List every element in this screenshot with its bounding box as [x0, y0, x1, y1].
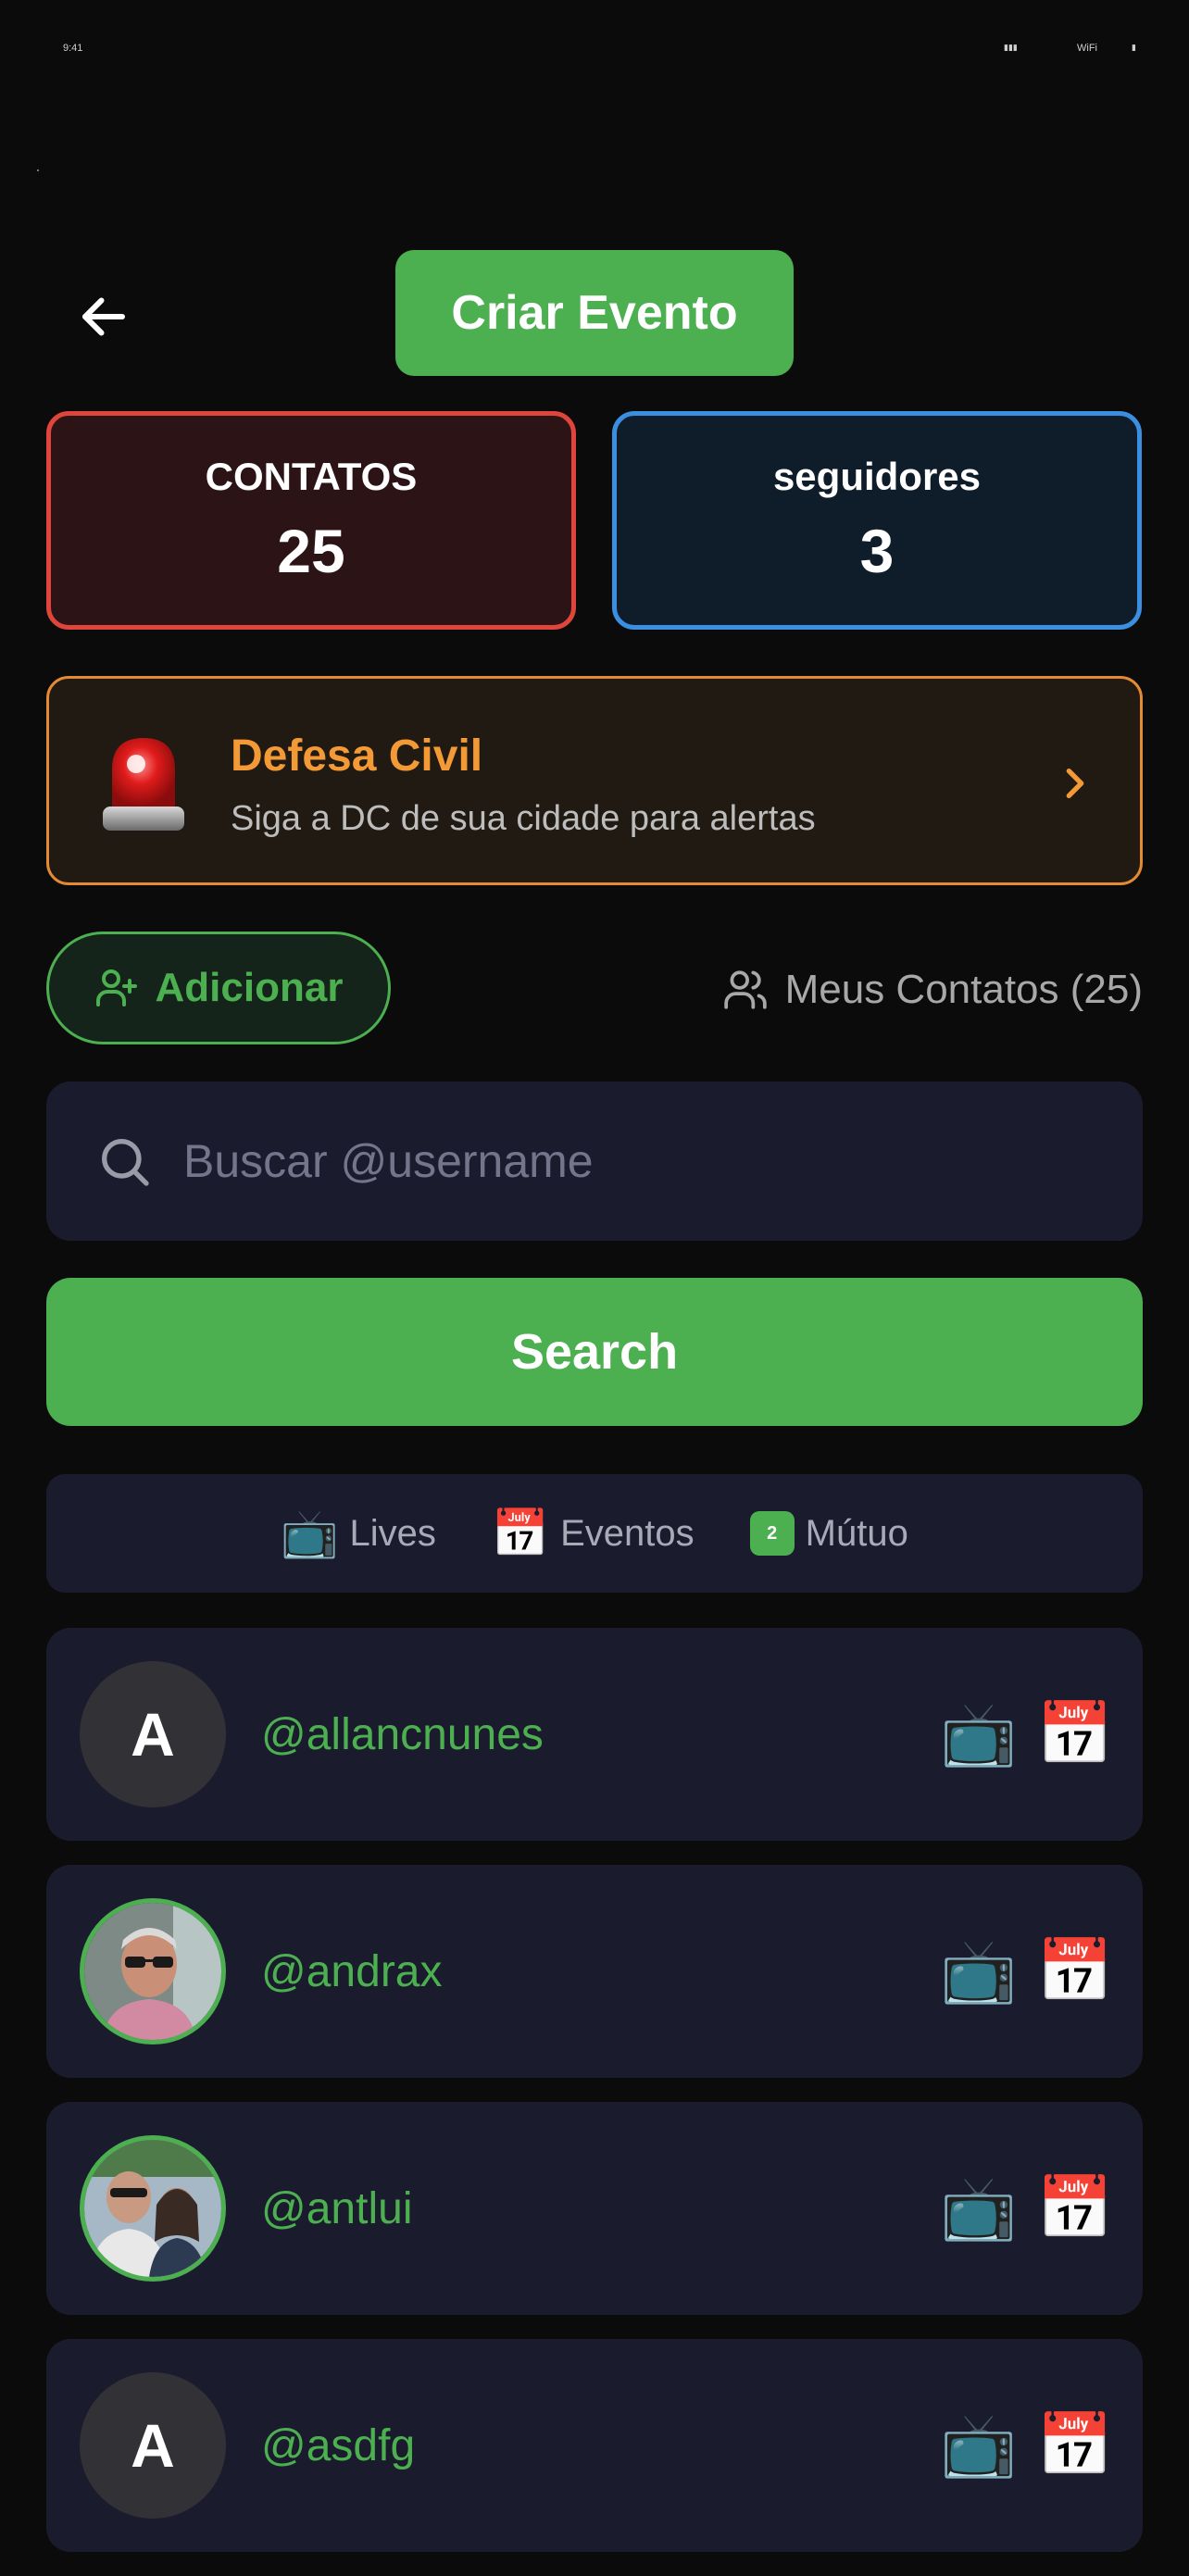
contact-username[interactable]: @antlui — [261, 2183, 412, 2234]
followers-stat-label: seguidores — [772, 455, 982, 498]
contacts-stat-label: CONTATOS — [205, 455, 418, 498]
calendar-icon[interactable]: 📅 — [1037, 2172, 1113, 2245]
defesa-civil-subtitle: Siga a DC de sua cidade para alertas — [231, 799, 816, 838]
decorative-dot — [37, 169, 39, 171]
tv-icon: 📺 — [281, 1507, 339, 1559]
search-icon — [102, 1139, 149, 1186]
contact-icons: 📺 📅 — [941, 2409, 1113, 2482]
arrow-left-icon — [82, 297, 125, 336]
signal-icon: ▮ — [1132, 43, 1136, 52]
my-contacts-label: Meus Contatos (25) — [784, 967, 1143, 1012]
mutual-badge: 2 — [749, 1511, 795, 1556]
add-contact-label: Adicionar — [155, 965, 344, 1010]
legend-mutual-label: Mútuo — [805, 1512, 908, 1554]
users-icon — [723, 970, 767, 1009]
wifi-icon: WiFi — [1077, 43, 1097, 54]
contact-row[interactable]: @antlui 📺 📅 — [46, 2102, 1143, 2315]
contact-row[interactable]: @andrax 📺 📅 — [46, 1865, 1143, 2078]
contact-list: A @allancnunes 📺 📅 @andrax 📺 📅 @antlui 📺… — [46, 1628, 1143, 2576]
user-plus-icon — [95, 969, 137, 1007]
legend-lives: 📺 Lives — [281, 1507, 436, 1561]
contact-icons: 📺 📅 — [941, 1935, 1113, 2007]
avatar-photo — [84, 2140, 221, 2277]
followers-stat-card[interactable]: seguidores 3 — [612, 411, 1142, 630]
icon-legend: 📺 Lives 📅 Eventos 2 Mútuo — [46, 1474, 1143, 1593]
legend-lives-label: Lives — [349, 1512, 436, 1554]
calendar-icon[interactable]: 📅 — [1037, 1698, 1113, 1770]
calendar-icon[interactable]: 📅 — [1037, 1935, 1113, 2007]
search-box[interactable] — [46, 1082, 1143, 1241]
battery-icon: ▮▮▮ — [1004, 43, 1018, 52]
contact-username[interactable]: @andrax — [261, 1946, 443, 1997]
contacts-stat-value: 25 — [277, 517, 345, 585]
status-time: 9:41 — [63, 43, 83, 54]
tv-icon[interactable]: 📺 — [941, 1698, 1017, 1770]
calendar-icon: 📅 — [491, 1507, 550, 1559]
contact-icons: 📺 📅 — [941, 1698, 1113, 1770]
contact-icons: 📺 📅 — [941, 2172, 1113, 2245]
chevron-right-icon — [1066, 769, 1084, 798]
legend-events-label: Eventos — [560, 1512, 695, 1554]
contacts-stat-card[interactable]: CONTATOS 25 — [46, 411, 576, 630]
avatar: A — [80, 2372, 226, 2519]
contact-username[interactable]: @asdfg — [261, 2420, 415, 2471]
legend-mutual: 2 Mútuo — [749, 1511, 908, 1556]
my-contacts-link[interactable]: Meus Contatos (25) — [722, 959, 1143, 1020]
avatar — [80, 1898, 226, 2045]
search-button[interactable]: Search — [46, 1278, 1143, 1426]
tv-icon[interactable]: 📺 — [941, 2172, 1017, 2245]
avatar-photo — [84, 1903, 221, 2040]
defesa-civil-card[interactable]: Defesa Civil Siga a DC de sua cidade par… — [46, 676, 1143, 885]
calendar-icon[interactable]: 📅 — [1037, 2409, 1113, 2482]
avatar — [80, 2135, 226, 2282]
siren-icon — [103, 738, 184, 831]
tv-icon[interactable]: 📺 — [941, 1935, 1017, 2007]
avatar: A — [80, 1661, 226, 1807]
status-bar: 9:41 ▮▮▮ WiFi ▮ — [0, 43, 1189, 61]
contact-username[interactable]: @allancnunes — [261, 1709, 544, 1760]
contact-row[interactable]: A @allancnunes 📺 📅 — [46, 1628, 1143, 1841]
search-input[interactable] — [183, 1134, 1017, 1188]
add-contact-button[interactable]: Adicionar — [46, 932, 391, 1044]
followers-stat-value: 3 — [859, 517, 895, 585]
tv-icon[interactable]: 📺 — [941, 2409, 1017, 2482]
create-event-button[interactable]: Criar Evento — [395, 250, 794, 376]
contact-row[interactable]: A @asdfg 📺 📅 — [46, 2339, 1143, 2552]
back-button[interactable] — [65, 278, 143, 356]
defesa-civil-title: Defesa Civil — [231, 732, 483, 781]
legend-events: 📅 Eventos — [492, 1507, 695, 1561]
